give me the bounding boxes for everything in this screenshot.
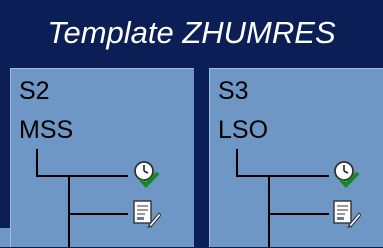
panel-gap [194, 228, 209, 247]
document-edit-icon[interactable] [331, 199, 362, 234]
panel-s2: S2 MSS [10, 68, 194, 248]
panel-s3: S3 LSO [209, 68, 383, 248]
hierarchy-lines [36, 149, 128, 248]
document-edit-icon[interactable] [131, 199, 162, 234]
template-title: Template ZHUMRES [47, 15, 336, 50]
clock-check-icon[interactable] [131, 159, 161, 194]
clock-check-icon[interactable] [331, 159, 361, 194]
